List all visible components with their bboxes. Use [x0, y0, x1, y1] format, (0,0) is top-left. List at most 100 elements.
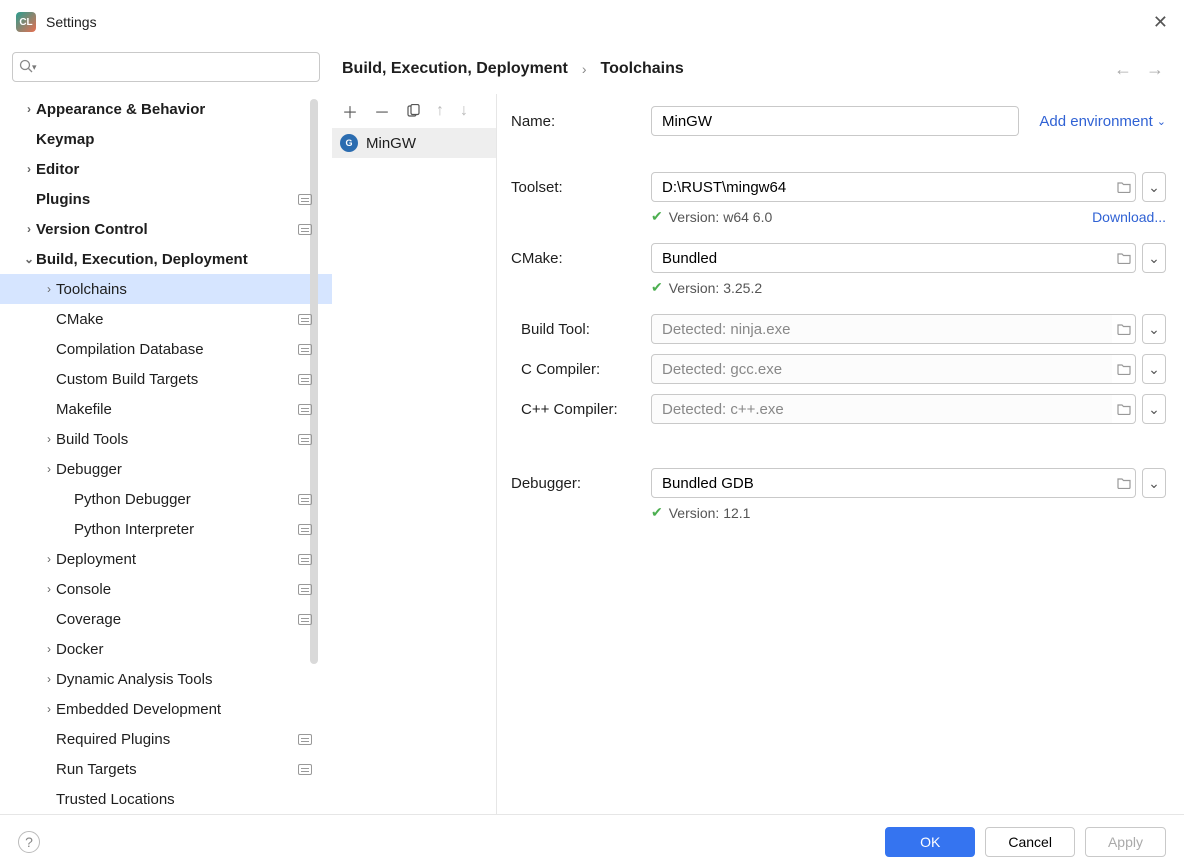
project-config-icon: [298, 764, 312, 775]
tree-item[interactable]: ›Python Interpreter: [0, 514, 332, 544]
tree-item-label: CMake: [56, 311, 298, 328]
cmake-input[interactable]: [651, 243, 1118, 273]
tree-item[interactable]: ›Keymap: [0, 124, 332, 154]
cc-dropdown[interactable]: ⌄: [1142, 354, 1166, 384]
toolset-version: Version: w64 6.0: [669, 209, 773, 225]
browse-folder-icon[interactable]: [1112, 468, 1136, 498]
search-input[interactable]: [12, 52, 320, 82]
chevron-down-icon: ⌄: [1157, 115, 1166, 128]
cancel-button[interactable]: Cancel: [985, 827, 1075, 857]
chevron-right-icon: ›: [42, 552, 56, 566]
chevron-right-icon: ›: [42, 702, 56, 716]
toolset-label: Toolset:: [511, 179, 651, 196]
toolchain-list: ＋ － ↑ ↓ G MinGW: [332, 94, 497, 814]
cmake-dropdown[interactable]: ⌄: [1142, 243, 1166, 273]
nav-forward-icon[interactable]: →: [1146, 59, 1164, 80]
project-config-icon: [298, 314, 312, 325]
debugger-label: Debugger:: [511, 475, 651, 492]
add-environment-link[interactable]: Add environment⌄: [1039, 113, 1166, 130]
browse-folder-icon[interactable]: [1112, 314, 1136, 344]
tree-item-label: Plugins: [36, 191, 298, 208]
apply-button[interactable]: Apply: [1085, 827, 1166, 857]
tree-item[interactable]: ›Docker: [0, 634, 332, 664]
tree-item[interactable]: ›CMake: [0, 304, 332, 334]
browse-folder-icon[interactable]: [1112, 243, 1136, 273]
tree-item[interactable]: ›Toolchains: [0, 274, 332, 304]
tree-item[interactable]: ›Trusted Locations: [0, 784, 332, 814]
tree-item-label: Version Control: [36, 221, 298, 238]
ok-button[interactable]: OK: [885, 827, 975, 857]
move-up-icon[interactable]: ↑: [436, 102, 444, 120]
tree-item[interactable]: ›Compilation Database: [0, 334, 332, 364]
tree-item[interactable]: ›Deployment: [0, 544, 332, 574]
browse-folder-icon[interactable]: [1112, 354, 1136, 384]
tree-item-label: Debugger: [56, 461, 312, 478]
name-input[interactable]: [651, 106, 1019, 136]
tree-item[interactable]: ›Custom Build Targets: [0, 364, 332, 394]
help-icon[interactable]: ?: [18, 831, 40, 853]
cmake-version: Version: 3.25.2: [669, 280, 762, 296]
breadcrumb-parent[interactable]: Build, Execution, Deployment: [342, 60, 568, 78]
tree-item[interactable]: ›Dynamic Analysis Tools: [0, 664, 332, 694]
tree-item[interactable]: ›Version Control: [0, 214, 332, 244]
search-history-icon[interactable]: ▾: [32, 62, 37, 73]
tree-item[interactable]: ›Debugger: [0, 454, 332, 484]
chevron-right-icon: ›: [22, 222, 36, 236]
add-toolchain-icon[interactable]: ＋: [342, 99, 358, 123]
browse-folder-icon[interactable]: [1112, 172, 1136, 202]
project-config-icon: [298, 434, 312, 445]
tree-item[interactable]: ›Python Debugger: [0, 484, 332, 514]
title-bar: CL Settings ✕: [0, 0, 1184, 44]
tree-item-label: Editor: [36, 161, 312, 178]
toolset-dropdown[interactable]: ⌄: [1142, 172, 1166, 202]
project-config-icon: [298, 374, 312, 385]
tree-item[interactable]: ›Run Targets: [0, 754, 332, 784]
browse-folder-icon[interactable]: [1112, 394, 1136, 424]
tree-item[interactable]: ›Required Plugins: [0, 724, 332, 754]
toolchain-label: MinGW: [366, 135, 416, 152]
project-config-icon: [298, 524, 312, 535]
dialog-footer: ? OK Cancel Apply: [0, 814, 1184, 868]
tree-item-label: Compilation Database: [56, 341, 298, 358]
tree-item-label: Console: [56, 581, 298, 598]
c-compiler-label: C Compiler:: [511, 361, 651, 378]
tree-item[interactable]: ›Embedded Development: [0, 694, 332, 724]
project-config-icon: [298, 344, 312, 355]
c-compiler-input[interactable]: [651, 354, 1118, 384]
toolchain-row-mingw[interactable]: G MinGW: [332, 128, 496, 158]
tree-item[interactable]: ›Makefile: [0, 394, 332, 424]
remove-toolchain-icon[interactable]: －: [374, 99, 390, 123]
copy-toolchain-icon[interactable]: [406, 104, 420, 118]
settings-tree[interactable]: ›Appearance & Behavior›Keymap›Editor›Plu…: [0, 94, 332, 814]
tree-item[interactable]: ›Coverage: [0, 604, 332, 634]
download-link[interactable]: Download...: [1092, 209, 1166, 225]
project-config-icon: [298, 194, 312, 205]
debugger-input[interactable]: [651, 468, 1118, 498]
debugger-dropdown[interactable]: ⌄: [1142, 468, 1166, 498]
build-dropdown[interactable]: ⌄: [1142, 314, 1166, 344]
tree-item-label: Python Debugger: [74, 491, 298, 508]
chevron-right-icon: ›: [22, 162, 36, 176]
app-icon: CL: [16, 12, 36, 32]
move-down-icon[interactable]: ↓: [460, 102, 468, 120]
tree-item[interactable]: ›Appearance & Behavior: [0, 94, 332, 124]
tree-item[interactable]: ›Console: [0, 574, 332, 604]
tree-item-label: Deployment: [56, 551, 298, 568]
cxx-compiler-input[interactable]: [651, 394, 1118, 424]
tree-item[interactable]: ›Plugins: [0, 184, 332, 214]
tree-item[interactable]: ›Editor: [0, 154, 332, 184]
tree-item-label: Trusted Locations: [56, 791, 312, 808]
build-tool-input[interactable]: [651, 314, 1118, 344]
nav-back-icon[interactable]: ←: [1114, 59, 1132, 80]
breadcrumb-current: Toolchains: [600, 60, 683, 78]
tree-item[interactable]: ›Build Tools: [0, 424, 332, 454]
tree-item[interactable]: ⌄Build, Execution, Deployment: [0, 244, 332, 274]
tree-item-label: Build, Execution, Deployment: [36, 251, 312, 268]
build-tool-label: Build Tool:: [511, 321, 651, 338]
tree-item-label: Custom Build Targets: [56, 371, 298, 388]
close-icon[interactable]: ✕: [1153, 12, 1168, 33]
toolset-input[interactable]: [651, 172, 1118, 202]
cxx-dropdown[interactable]: ⌄: [1142, 394, 1166, 424]
project-config-icon: [298, 494, 312, 505]
tree-item-label: Embedded Development: [56, 701, 312, 718]
